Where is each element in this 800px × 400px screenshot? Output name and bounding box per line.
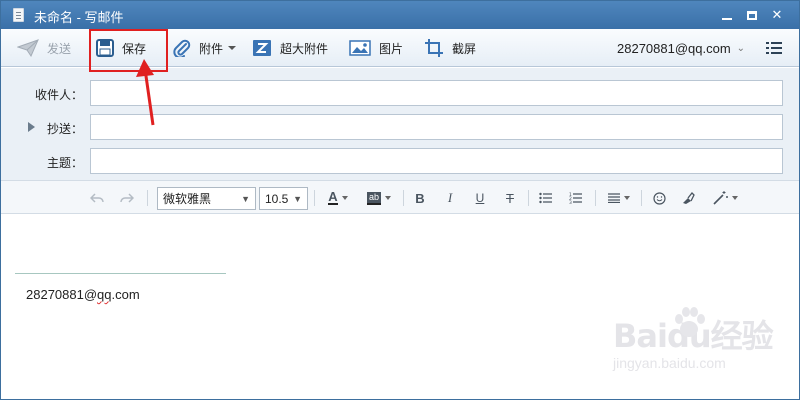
account-address: 28270881@qq.com bbox=[617, 40, 731, 56]
align-button[interactable] bbox=[603, 181, 635, 215]
subject-label: 主题： bbox=[46, 156, 83, 170]
subject-input[interactable] bbox=[90, 148, 783, 174]
send-label: 发送 bbox=[47, 41, 72, 56]
underline-button[interactable]: U bbox=[470, 181, 490, 215]
signature-divider bbox=[15, 273, 226, 274]
magic-format-button[interactable] bbox=[708, 181, 742, 215]
screenshot-label: 截屏 bbox=[452, 41, 477, 56]
chevron-down-icon bbox=[731, 196, 738, 200]
font-family-select[interactable]: 微软雅黑 ▼ bbox=[157, 187, 256, 210]
screenshot-button[interactable]: 截屏 bbox=[424, 29, 476, 67]
font-size-value: 10.5 bbox=[265, 191, 289, 206]
format-paint-button[interactable] bbox=[678, 181, 698, 215]
subject-row: 主题： bbox=[1, 148, 799, 174]
redo-button[interactable] bbox=[117, 181, 137, 215]
numbered-list-icon: 1 2 3 bbox=[569, 192, 582, 204]
annotation-arrow bbox=[136, 59, 155, 126]
bullet-list-button[interactable] bbox=[536, 181, 556, 215]
menu-icon[interactable] bbox=[766, 41, 782, 55]
cc-row: 抄送： bbox=[1, 114, 799, 140]
chevron-down-icon: ▼ bbox=[241, 194, 250, 204]
emoji-icon bbox=[652, 191, 666, 205]
chevron-down-icon: ⌄ bbox=[736, 42, 746, 54]
image-label: 图片 bbox=[379, 41, 404, 56]
strikethrough-button[interactable]: T bbox=[500, 181, 520, 215]
doc-icon bbox=[13, 8, 24, 22]
image-icon bbox=[349, 40, 371, 56]
compose-window: 未命名 - 写邮件 ✕ 发送 保存 附件 超大附件 图片 截屏 28270881… bbox=[0, 0, 800, 400]
minimize-button[interactable] bbox=[717, 5, 737, 25]
chevron-down-icon bbox=[624, 196, 630, 200]
big-attachment-button[interactable]: 超大附件 bbox=[252, 29, 328, 67]
send-icon bbox=[17, 39, 39, 57]
font-family-value: 微软雅黑 bbox=[163, 192, 212, 206]
window-title: 未命名 - 写邮件 bbox=[34, 10, 124, 25]
watermark: Baidu经验 jingyan.baidu.com bbox=[613, 307, 774, 371]
paperclip-icon bbox=[173, 39, 191, 57]
chevron-down-icon bbox=[228, 46, 237, 50]
font-color-glyph: A bbox=[328, 189, 338, 205]
align-icon bbox=[608, 193, 620, 203]
highlight-glyph: ab bbox=[366, 191, 381, 205]
chevron-down-icon bbox=[341, 196, 348, 200]
big-attachment-icon bbox=[253, 40, 271, 56]
numbered-list-button[interactable]: 1 2 3 bbox=[566, 181, 586, 215]
send-button[interactable]: 发送 bbox=[17, 29, 71, 67]
font-size-select[interactable]: 10.5 ▼ bbox=[259, 187, 308, 210]
maximize-button[interactable] bbox=[742, 5, 762, 25]
highlight-button[interactable]: ab bbox=[360, 181, 398, 215]
close-button[interactable]: ✕ bbox=[767, 5, 787, 25]
cc-label: 抄送： bbox=[46, 122, 83, 136]
chevron-down-icon bbox=[385, 196, 391, 200]
bullet-list-icon bbox=[539, 192, 552, 204]
to-row: 收件人： bbox=[1, 80, 799, 106]
to-input[interactable] bbox=[90, 80, 783, 106]
font-color-button[interactable]: A bbox=[321, 181, 355, 215]
bold-button[interactable]: B bbox=[410, 181, 430, 215]
screenshot-icon bbox=[425, 39, 443, 57]
title-bar: 未命名 - 写邮件 ✕ bbox=[1, 1, 799, 29]
magic-wand-icon bbox=[712, 191, 728, 205]
header-fields: 收件人： 抄送： 主题： bbox=[1, 68, 799, 180]
italic-button[interactable]: I bbox=[440, 181, 460, 215]
undo-button[interactable] bbox=[87, 181, 107, 215]
paw-logo-icon bbox=[675, 307, 705, 337]
paint-icon bbox=[683, 192, 695, 204]
redo-icon bbox=[120, 193, 134, 203]
svg-text:3: 3 bbox=[569, 200, 572, 204]
attach-button[interactable]: 附件 bbox=[173, 29, 237, 67]
big-attachment-label: 超大附件 bbox=[280, 41, 329, 56]
signature-text: 28270881@qq.com bbox=[26, 287, 140, 302]
attach-label: 附件 bbox=[199, 41, 224, 56]
watermark-url: jingyan.baidu.com bbox=[613, 355, 726, 371]
cc-input[interactable] bbox=[90, 114, 783, 140]
signature-address: 28270881@qq.com bbox=[26, 287, 140, 302]
emoji-button[interactable] bbox=[649, 181, 669, 215]
format-toolbar: 微软雅黑 ▼ 10.5 ▼ A ab B I U T 1 2 3 bbox=[1, 180, 799, 214]
image-button[interactable]: 图片 bbox=[349, 29, 403, 67]
undo-icon bbox=[90, 193, 104, 203]
chevron-down-icon: ▼ bbox=[293, 194, 302, 204]
to-label: 收件人： bbox=[34, 88, 83, 102]
expand-triangle-icon[interactable] bbox=[28, 122, 35, 132]
account-selector[interactable]: 28270881@qq.com ⌄ bbox=[617, 29, 745, 67]
